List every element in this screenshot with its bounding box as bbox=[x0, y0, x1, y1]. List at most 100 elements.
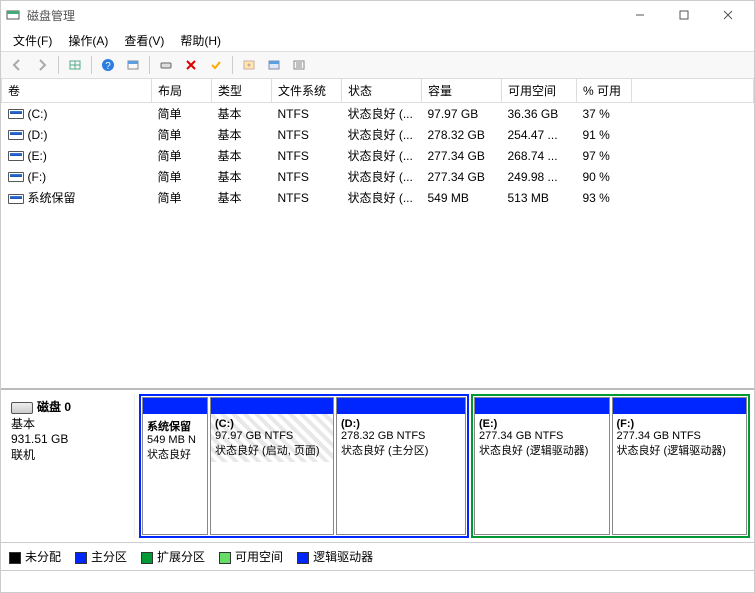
col-spacer[interactable] bbox=[632, 79, 754, 103]
graphical-pane: 磁盘 0 基本 931.51 GB 联机 系统保留 549 MB N 状态良好 bbox=[1, 390, 754, 570]
col-status[interactable]: 状态 bbox=[342, 79, 422, 103]
table-row[interactable]: (D:)简单基本NTFS状态良好 (...278.32 GB254.47 ...… bbox=[2, 124, 754, 145]
delete-icon[interactable] bbox=[179, 54, 203, 76]
cell-type: 基本 bbox=[212, 103, 272, 125]
menu-help[interactable]: 帮助(H) bbox=[174, 30, 227, 51]
swatch-blue bbox=[75, 552, 87, 564]
partition-header bbox=[337, 398, 465, 414]
partition-size: 277.34 GB NTFS bbox=[617, 430, 701, 442]
partition-title: (F:) bbox=[617, 418, 635, 430]
close-button[interactable] bbox=[706, 1, 750, 29]
cell-capacity: 549 MB bbox=[422, 187, 502, 208]
swatch-black bbox=[9, 552, 21, 564]
partition-size: 97.97 GB NTFS bbox=[215, 430, 293, 442]
toolbar-grid-icon[interactable] bbox=[63, 54, 87, 76]
cell-pct: 97 % bbox=[577, 145, 632, 166]
swatch-lightgreen bbox=[219, 552, 231, 564]
menubar: 文件(F) 操作(A) 查看(V) 帮助(H) bbox=[1, 29, 754, 51]
partition-header bbox=[613, 398, 747, 414]
cell-fs: NTFS bbox=[272, 103, 342, 125]
legend-unalloc: 未分配 bbox=[9, 548, 61, 565]
partition-c[interactable]: (C:) 97.97 GB NTFS 状态良好 (启动, 页面) bbox=[210, 397, 334, 535]
cell-free: 254.47 ... bbox=[502, 124, 577, 145]
cell-pct: 91 % bbox=[577, 124, 632, 145]
app-icon bbox=[5, 7, 21, 23]
toolbar-view-icon[interactable] bbox=[121, 54, 145, 76]
toolbar-disk-icon[interactable] bbox=[262, 54, 286, 76]
disk-status: 联机 bbox=[11, 446, 128, 463]
col-free[interactable]: 可用空间 bbox=[502, 79, 577, 103]
volume-icon bbox=[8, 151, 24, 161]
col-capacity[interactable]: 容量 bbox=[422, 79, 502, 103]
menu-file[interactable]: 文件(F) bbox=[7, 30, 58, 51]
disk-info[interactable]: 磁盘 0 基本 931.51 GB 联机 bbox=[5, 394, 135, 538]
cell-type: 基本 bbox=[212, 145, 272, 166]
table-row[interactable]: (F:)简单基本NTFS状态良好 (...277.34 GB249.98 ...… bbox=[2, 166, 754, 187]
cell-capacity: 278.32 GB bbox=[422, 124, 502, 145]
partition-size: 277.34 GB NTFS bbox=[479, 430, 563, 442]
cell-type: 基本 bbox=[212, 166, 272, 187]
legend-logical: 逻辑驱动器 bbox=[297, 548, 373, 565]
statusbar bbox=[1, 570, 754, 592]
col-layout[interactable]: 布局 bbox=[152, 79, 212, 103]
menu-view[interactable]: 查看(V) bbox=[118, 30, 170, 51]
partition-title: (E:) bbox=[479, 418, 497, 430]
cell-capacity: 277.34 GB bbox=[422, 145, 502, 166]
menu-action[interactable]: 操作(A) bbox=[62, 30, 114, 51]
cell-fs: NTFS bbox=[272, 124, 342, 145]
table-header-row: 卷 布局 类型 文件系统 状态 容量 可用空间 % 可用 bbox=[2, 79, 754, 103]
partition-header bbox=[475, 398, 609, 414]
minimize-button[interactable] bbox=[618, 1, 662, 29]
volume-name: (F:) bbox=[28, 170, 47, 184]
toolbar-device-icon[interactable] bbox=[154, 54, 178, 76]
check-icon[interactable] bbox=[204, 54, 228, 76]
main-content: 卷 布局 类型 文件系统 状态 容量 可用空间 % 可用 (C:)简单基本NTF… bbox=[1, 79, 754, 570]
cell-free: 513 MB bbox=[502, 187, 577, 208]
cell-type: 基本 bbox=[212, 124, 272, 145]
partition-status: 状态良好 (逻辑驱动器) bbox=[479, 445, 588, 457]
partition-title: (C:) bbox=[215, 418, 234, 430]
partition-e[interactable]: (E:) 277.34 GB NTFS 状态良好 (逻辑驱动器) bbox=[474, 397, 610, 535]
cell-layout: 简单 bbox=[152, 166, 212, 187]
col-pct[interactable]: % 可用 bbox=[577, 79, 632, 103]
back-button[interactable] bbox=[5, 54, 29, 76]
col-volume[interactable]: 卷 bbox=[2, 79, 152, 103]
cell-layout: 简单 bbox=[152, 145, 212, 166]
volume-icon bbox=[8, 130, 24, 140]
col-fs[interactable]: 文件系统 bbox=[272, 79, 342, 103]
cell-layout: 简单 bbox=[152, 187, 212, 208]
toolbar-key-icon[interactable] bbox=[237, 54, 261, 76]
titlebar: 磁盘管理 bbox=[1, 1, 754, 29]
forward-button[interactable] bbox=[30, 54, 54, 76]
toolbar-list-icon[interactable] bbox=[287, 54, 311, 76]
legend-extended: 扩展分区 bbox=[141, 548, 205, 565]
cell-layout: 简单 bbox=[152, 103, 212, 125]
legend-free: 可用空间 bbox=[219, 548, 283, 565]
volume-icon bbox=[8, 109, 24, 119]
cell-status: 状态良好 (... bbox=[342, 103, 422, 125]
partition-sysres[interactable]: 系统保留 549 MB N 状态良好 bbox=[142, 397, 208, 535]
cell-free: 268.74 ... bbox=[502, 145, 577, 166]
cell-fs: NTFS bbox=[272, 187, 342, 208]
cell-fs: NTFS bbox=[272, 145, 342, 166]
table-row[interactable]: (E:)简单基本NTFS状态良好 (...277.34 GB268.74 ...… bbox=[2, 145, 754, 166]
partition-d[interactable]: (D:) 278.32 GB NTFS 状态良好 (主分区) bbox=[336, 397, 466, 535]
cell-status: 状态良好 (... bbox=[342, 166, 422, 187]
volume-name: 系统保留 bbox=[28, 191, 76, 205]
col-type[interactable]: 类型 bbox=[212, 79, 272, 103]
cell-pct: 93 % bbox=[577, 187, 632, 208]
table-row[interactable]: 系统保留简单基本NTFS状态良好 (...549 MB513 MB93 % bbox=[2, 187, 754, 208]
table-row[interactable]: (C:)简单基本NTFS状态良好 (...97.97 GB36.36 GB37 … bbox=[2, 103, 754, 125]
volume-table: 卷 布局 类型 文件系统 状态 容量 可用空间 % 可用 (C:)简单基本NTF… bbox=[1, 79, 754, 208]
partition-header bbox=[211, 398, 333, 414]
maximize-button[interactable] bbox=[662, 1, 706, 29]
partitions-container: 系统保留 549 MB N 状态良好 (C:) 97.97 GB NTFS 状态… bbox=[139, 394, 750, 538]
partition-f[interactable]: (F:) 277.34 GB NTFS 状态良好 (逻辑驱动器) bbox=[612, 397, 748, 535]
disk-label: 磁盘 0 bbox=[37, 400, 71, 414]
volume-name: (D:) bbox=[28, 128, 48, 142]
legend: 未分配 主分区 扩展分区 可用空间 逻辑驱动器 bbox=[1, 542, 754, 570]
partition-header bbox=[143, 398, 207, 414]
cell-status: 状态良好 (... bbox=[342, 145, 422, 166]
volume-list-pane: 卷 布局 类型 文件系统 状态 容量 可用空间 % 可用 (C:)简单基本NTF… bbox=[1, 79, 754, 390]
help-icon[interactable]: ? bbox=[96, 54, 120, 76]
